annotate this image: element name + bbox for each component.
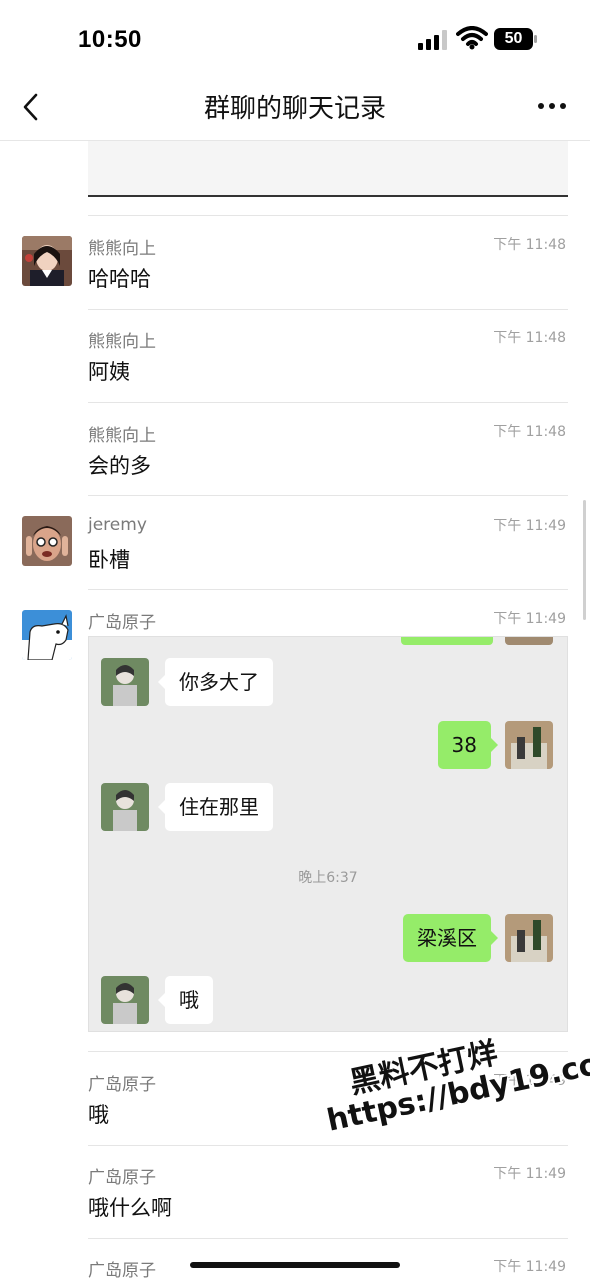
embedded-bubble: 你多大了 bbox=[158, 658, 273, 706]
message-text: 阿姨 bbox=[88, 360, 130, 384]
divider bbox=[88, 402, 568, 403]
message-text: 哦什么啊 bbox=[88, 1196, 172, 1220]
sender-name: 广岛原子 bbox=[88, 613, 156, 633]
previous-record-card[interactable] bbox=[88, 141, 568, 197]
sender-name: 熊熊向上 bbox=[88, 426, 156, 446]
embedded-chat-screenshot[interactable]: 你多大了 38 住在那里 晚上6:37 梁溪区 哦 bbox=[88, 636, 568, 1032]
message-time: 下午 11:48 bbox=[493, 330, 566, 346]
wifi-icon bbox=[456, 26, 488, 50]
battery-icon: 50 bbox=[494, 28, 538, 50]
status-time: 10:50 bbox=[78, 26, 142, 53]
message-text: 哦 bbox=[88, 1103, 109, 1127]
divider bbox=[88, 309, 568, 310]
message-time: 下午 11:49 bbox=[493, 1259, 566, 1275]
embedded-time-divider: 晚上6:37 bbox=[298, 870, 358, 886]
embedded-avatar-other bbox=[101, 783, 149, 831]
message-time: 下午 11:48 bbox=[493, 237, 566, 253]
sender-name: 熊熊向上 bbox=[88, 332, 156, 352]
status-bar: 10:50 50 bbox=[0, 0, 590, 80]
embedded-avatar-self bbox=[505, 914, 553, 962]
divider bbox=[88, 589, 568, 590]
message-time: 下午 11:49 bbox=[493, 611, 566, 627]
avatar-xiongxiong[interactable] bbox=[22, 236, 72, 286]
sender-name: 广岛原子 bbox=[88, 1261, 156, 1281]
embedded-avatar-other bbox=[101, 976, 149, 1024]
message-text: 会的多 bbox=[88, 454, 151, 478]
embedded-bubble: 梁溪区 bbox=[403, 914, 498, 962]
divider bbox=[88, 215, 568, 216]
embedded-avatar-self bbox=[505, 637, 553, 645]
message-time: 下午 11:49 bbox=[493, 1166, 566, 1182]
divider bbox=[88, 495, 568, 496]
battery-level: 50 bbox=[504, 30, 523, 47]
embedded-avatar-other bbox=[101, 658, 149, 706]
avatar-jeremy[interactable] bbox=[22, 516, 72, 566]
signal-icon bbox=[418, 30, 447, 50]
sender-name: 熊熊向上 bbox=[88, 239, 156, 259]
sender-name: jeremy bbox=[88, 515, 147, 535]
message-time: 下午 11:48 bbox=[493, 424, 566, 440]
page-title: 群聊的聊天记录 bbox=[203, 94, 386, 124]
embedded-bubble: 哦 bbox=[158, 976, 213, 1024]
divider bbox=[88, 1238, 568, 1239]
more-options-icon[interactable] bbox=[536, 96, 568, 116]
scrollbar[interactable] bbox=[583, 500, 586, 620]
embedded-avatar-self bbox=[505, 721, 553, 769]
message-time: 下午 11:49 bbox=[493, 518, 566, 534]
sender-name: 广岛原子 bbox=[88, 1075, 156, 1095]
embedded-bubble: 住在那里 bbox=[158, 783, 273, 831]
sender-name: 广岛原子 bbox=[88, 1168, 156, 1188]
embedded-bubble: 38 bbox=[437, 721, 499, 769]
home-indicator[interactable] bbox=[190, 1262, 400, 1268]
message-text: 卧槽 bbox=[88, 548, 130, 572]
nav-bar: 群聊的聊天记录 bbox=[0, 80, 590, 141]
message-text: 哈哈哈 bbox=[88, 267, 151, 291]
avatar-guangdao[interactable] bbox=[22, 610, 72, 660]
